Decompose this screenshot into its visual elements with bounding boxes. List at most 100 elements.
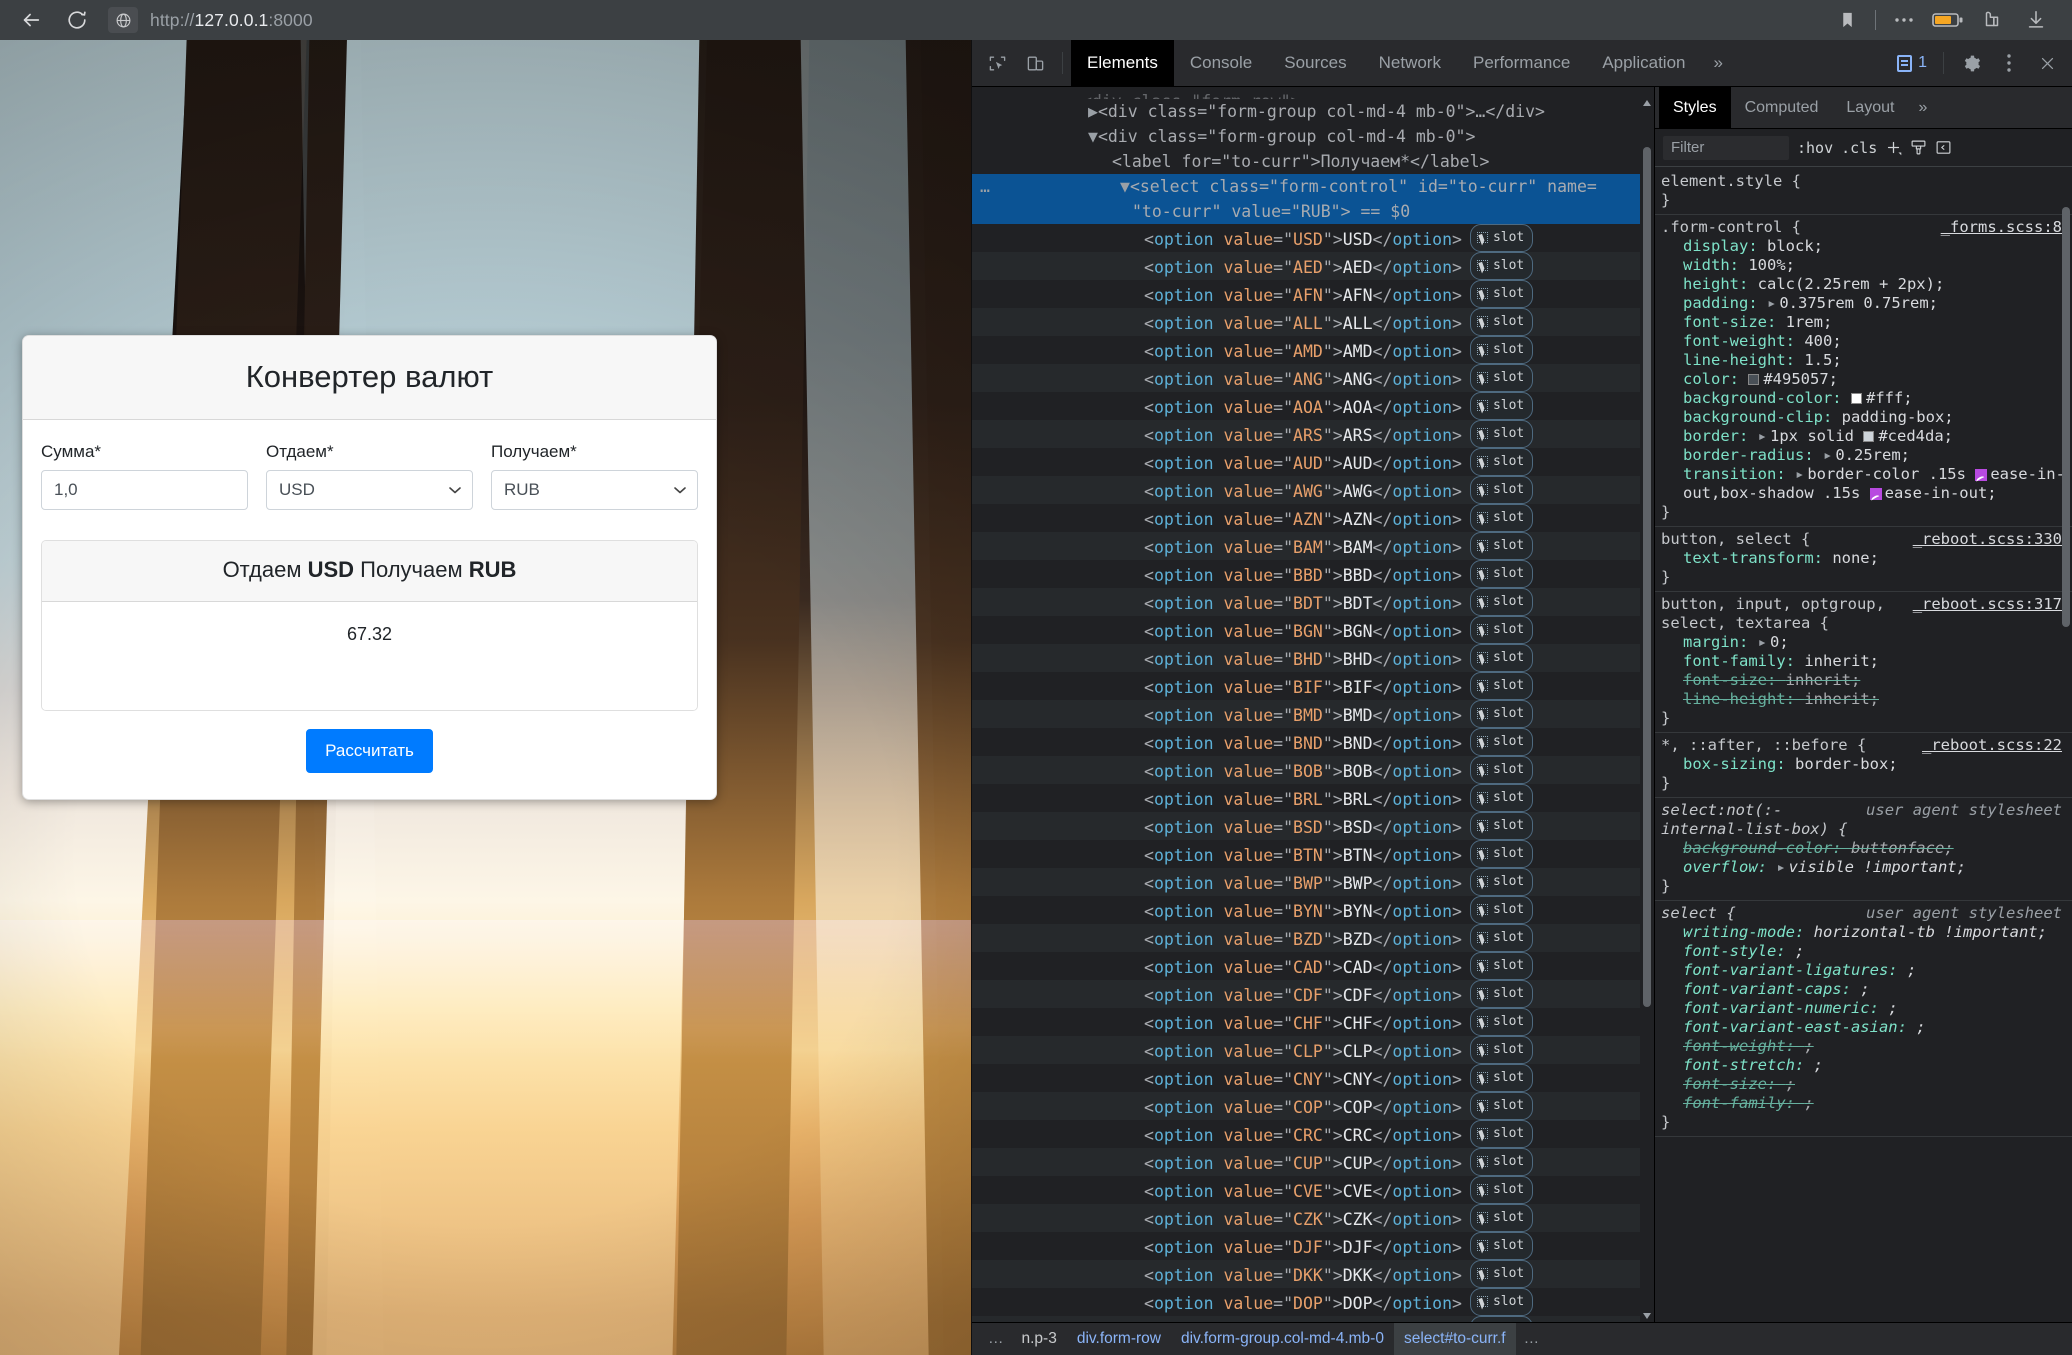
dom-line-option[interactable]: <option value="BWP">BWP</option> slot: [972, 868, 1654, 896]
style-declaration[interactable]: background-clip: padding-box;: [1655, 408, 2072, 427]
style-declaration[interactable]: font-family: ;: [1655, 1094, 2072, 1113]
gear-icon[interactable]: [1952, 44, 1990, 82]
style-rule-source[interactable]: _reboot.scss:22: [1922, 736, 2062, 755]
slot-badge[interactable]: slot: [1469, 448, 1534, 476]
dom-tree-pane[interactable]: <div class="form-row">▶<div class="form-…: [972, 87, 1654, 1322]
dom-tree-scrollbar[interactable]: [1640, 87, 1654, 1322]
tab-styles[interactable]: Styles: [1659, 86, 1731, 129]
dom-line-option[interactable]: <option value="ARS">ARS</option> slot: [972, 420, 1654, 448]
reload-icon[interactable]: [60, 3, 94, 37]
style-declaration[interactable]: font-variant-ligatures: ;: [1655, 961, 2072, 980]
slot-badge[interactable]: slot: [1469, 420, 1534, 448]
style-declaration[interactable]: display: block;: [1655, 237, 2072, 256]
dom-line-option[interactable]: <option value="BAM">BAM</option> slot: [972, 532, 1654, 560]
color-swatch[interactable]: [1850, 393, 1862, 404]
styles-scrollbar[interactable]: [2060, 167, 2072, 1322]
slot-badge[interactable]: slot: [1469, 1148, 1534, 1176]
style-declaration[interactable]: font-style: ;: [1655, 942, 2072, 961]
style-rule-selector[interactable]: button, select {: [1661, 530, 1810, 549]
slot-badge[interactable]: slot: [1469, 1036, 1534, 1064]
color-swatch[interactable]: [1748, 374, 1760, 385]
slot-badge[interactable]: slot: [1469, 560, 1534, 588]
slot-badge[interactable]: slot: [1469, 336, 1534, 364]
dom-line-option[interactable]: <option value="AMD">AMD</option> slot: [972, 336, 1654, 364]
slot-badge[interactable]: slot: [1469, 812, 1534, 840]
slot-badge[interactable]: slot: [1469, 252, 1534, 280]
dom-line-open-div[interactable]: ▼<div class="form-group col-md-4 mb-0">: [972, 124, 1654, 149]
slot-badge[interactable]: slot: [1469, 700, 1534, 728]
style-declaration[interactable]: font-size: inherit;: [1655, 671, 2072, 690]
dom-tree-scroll[interactable]: <div class="form-row">▶<div class="form-…: [972, 87, 1654, 1322]
dom-line-option[interactable]: <option value="AWG">AWG</option> slot: [972, 476, 1654, 504]
slot-badge[interactable]: slot: [1469, 1232, 1534, 1260]
more-icon[interactable]: [1882, 2, 1926, 38]
scroll-down-icon[interactable]: [1642, 1306, 1652, 1319]
slot-badge[interactable]: slot: [1469, 476, 1534, 504]
tab-performance[interactable]: Performance: [1457, 40, 1586, 87]
style-declaration[interactable]: padding: ▸ 0.375rem 0.75rem;: [1655, 294, 2072, 313]
slot-badge[interactable]: slot: [1469, 1176, 1534, 1204]
style-declaration[interactable]: font-stretch: ;: [1655, 1056, 2072, 1075]
sidebar-more-tabs[interactable]: »: [1908, 87, 1937, 129]
downloads-icon[interactable]: [2014, 2, 2058, 38]
slot-badge[interactable]: slot: [1469, 532, 1534, 560]
style-declaration[interactable]: margin: ▸ 0;: [1655, 633, 2072, 652]
style-declaration[interactable]: border-radius: ▸ 0.25rem;: [1655, 446, 2072, 465]
style-declaration[interactable]: background-color: buttonface;: [1655, 839, 2072, 858]
slot-badge[interactable]: slot: [1469, 756, 1534, 784]
paintbrush-icon[interactable]: [1910, 139, 1927, 156]
breadcrumb-overflow-left[interactable]: …: [980, 1330, 1012, 1348]
style-declaration[interactable]: height: calc(2.25rem + 2px);: [1655, 275, 2072, 294]
style-declaration[interactable]: line-height: inherit;: [1655, 690, 2072, 709]
style-declaration[interactable]: font-weight: 400;: [1655, 332, 2072, 351]
dom-line-option[interactable]: <option value="BSD">BSD</option> slot: [972, 812, 1654, 840]
style-rule-selector[interactable]: .form-control {: [1661, 218, 1801, 237]
dom-line-option[interactable]: <option value="CHF">CHF</option> slot: [972, 1008, 1654, 1036]
styles-scroll-thumb[interactable]: [2062, 207, 2070, 627]
sidebar-toggle-icon[interactable]: [1935, 139, 1952, 156]
slot-badge[interactable]: slot: [1469, 1092, 1534, 1120]
style-declaration[interactable]: width: 100%;: [1655, 256, 2072, 275]
dom-line-option[interactable]: <option value="CUP">CUP</option> slot: [972, 1148, 1654, 1176]
dom-line-selected-select[interactable]: … ▼<select class="form-control" id="to-cu…: [972, 174, 1654, 199]
style-declaration[interactable]: border: ▸ 1px solid #ced4da;: [1655, 427, 2072, 446]
slot-badge[interactable]: slot: [1469, 1260, 1534, 1288]
slot-badge[interactable]: slot: [1469, 1120, 1534, 1148]
to-currency-select[interactable]: RUB: [491, 470, 698, 511]
slot-badge[interactable]: slot: [1469, 1316, 1534, 1322]
dom-line-option[interactable]: <option value="AED">AED</option> slot: [972, 252, 1654, 280]
style-declaration[interactable]: line-height: 1.5;: [1655, 351, 2072, 370]
more-tabs-button[interactable]: »: [1701, 40, 1734, 87]
slot-badge[interactable]: slot: [1469, 672, 1534, 700]
tab-elements[interactable]: Elements: [1071, 39, 1174, 87]
style-declaration[interactable]: font-size: 1rem;: [1655, 313, 2072, 332]
style-rule-selector[interactable]: button, input, optgroup, select, textare…: [1661, 595, 1913, 633]
close-icon[interactable]: [2028, 44, 2066, 82]
dom-line-option[interactable]: <option value="ALL">ALL</option> slot: [972, 308, 1654, 336]
back-arrow-icon[interactable]: [14, 3, 48, 37]
dom-line-option[interactable]: <option value="USD">USD</option> slot: [972, 224, 1654, 252]
style-declaration[interactable]: font-variant-caps: ;: [1655, 980, 2072, 999]
tab-network[interactable]: Network: [1363, 40, 1457, 87]
style-declaration[interactable]: overflow: ▸ visible !important;: [1655, 858, 2072, 877]
slot-badge[interactable]: slot: [1469, 952, 1534, 980]
calculate-button[interactable]: Рассчитать: [306, 729, 433, 774]
dom-line-option[interactable]: <option value="BIF">BIF</option> slot: [972, 672, 1654, 700]
dom-line-option[interactable]: <option value="AZN">AZN</option> slot: [972, 504, 1654, 532]
breadcrumb-overflow-right[interactable]: …: [1516, 1330, 1548, 1348]
dom-line-option[interactable]: <option value="CNY">CNY</option> slot: [972, 1064, 1654, 1092]
breadcrumb-item-0[interactable]: n.p-3: [1012, 1330, 1067, 1348]
styles-filter-input[interactable]: Filter: [1663, 135, 1789, 160]
bezier-swatch[interactable]: [1975, 469, 1988, 481]
slot-badge[interactable]: slot: [1469, 1288, 1534, 1316]
dom-line-option[interactable]: <option value="BGN">BGN</option> slot: [972, 616, 1654, 644]
amount-input[interactable]: [41, 470, 248, 511]
bezier-swatch[interactable]: [1869, 488, 1882, 500]
slot-badge[interactable]: slot: [1469, 364, 1534, 392]
slot-badge[interactable]: slot: [1469, 1204, 1534, 1232]
style-declaration[interactable]: color: #495057;: [1655, 370, 2072, 389]
device-toolbar-icon[interactable]: [1016, 44, 1054, 82]
style-rule-source[interactable]: _reboot.scss:330: [1913, 530, 2062, 549]
style-rule-source[interactable]: _reboot.scss:317: [1913, 595, 2062, 633]
dom-line-option[interactable]: <option value="BMD">BMD</option> slot: [972, 700, 1654, 728]
